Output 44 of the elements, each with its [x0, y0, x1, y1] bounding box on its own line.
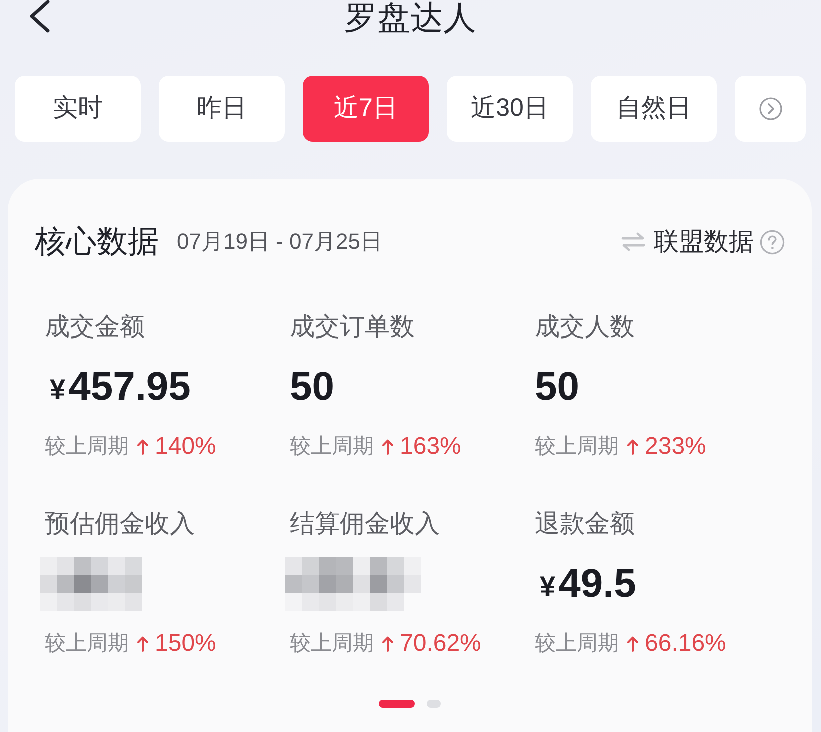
swap-icon[interactable]	[621, 232, 646, 252]
chevron-circle-icon	[758, 97, 782, 121]
currency-symbol: ¥	[540, 570, 556, 604]
comparison-label: 较上周期	[535, 434, 619, 460]
comparison-label: 较上周期	[45, 434, 129, 460]
metric-value: 457.95	[68, 364, 191, 411]
metric-value: 49.5	[558, 561, 636, 608]
date-range-tab[interactable]: 实时	[15, 76, 141, 142]
metric-value: 50	[535, 364, 580, 411]
up-arrow-icon	[627, 636, 639, 652]
change-percent: 150%	[155, 629, 216, 659]
metric-label: 成交金额	[45, 312, 146, 343]
section-title: 核心数据	[35, 223, 159, 261]
change-percent: 140%	[155, 432, 216, 462]
metric-label: 成交订单数	[290, 312, 416, 343]
metric-label: 退款金额	[535, 509, 636, 540]
date-range-tab[interactable]: 近30日	[447, 76, 573, 142]
up-arrow-icon	[382, 439, 394, 455]
comparison-label: 较上周期	[45, 631, 129, 658]
page-title: 罗盘达人	[344, 0, 476, 38]
change-percent: 163%	[400, 432, 462, 462]
alliance-data-link[interactable]: 联盟数据	[654, 222, 754, 262]
comparison-label: 较上周期	[290, 631, 374, 658]
currency-symbol: ¥	[50, 373, 66, 407]
date-range-tab[interactable]: 近7日	[303, 76, 429, 142]
back-icon[interactable]	[28, 0, 51, 33]
comparison-label: 较上周期	[535, 631, 619, 658]
help-icon[interactable]	[760, 230, 785, 254]
date-range-tab[interactable]: 昨日	[159, 76, 285, 142]
up-arrow-icon	[627, 439, 639, 455]
change-percent: 70.62%	[400, 629, 482, 659]
change-percent: 233%	[645, 432, 706, 462]
date-range-tab[interactable]: 自然日	[591, 76, 717, 142]
up-arrow-icon	[382, 636, 394, 652]
metric-label: 结算佣金收入	[290, 509, 441, 540]
change-percent: 66.16%	[645, 629, 726, 659]
up-arrow-icon	[137, 439, 149, 455]
metric-value: 50	[290, 364, 334, 411]
more-tab[interactable]	[735, 76, 806, 142]
metric-label: 预估佣金收入	[45, 509, 196, 540]
comparison-label: 较上周期	[290, 434, 374, 460]
metric-label: 成交人数	[535, 312, 636, 343]
date-range-text: 07月19日 - 07月25日	[177, 228, 382, 256]
up-arrow-icon	[137, 636, 149, 652]
